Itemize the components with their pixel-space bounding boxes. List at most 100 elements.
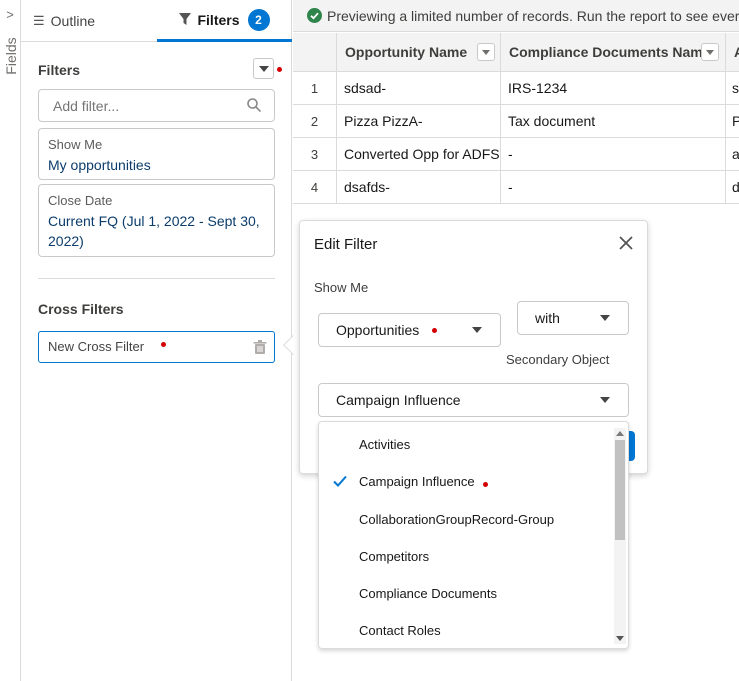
filter-card-show-me[interactable]: Show Me My opportunities: [38, 128, 275, 180]
option-label: Campaign Influence: [359, 474, 475, 489]
option-label: Compliance Documents: [359, 586, 498, 601]
option-label: CollaborationGroupRecord-Group: [359, 512, 555, 527]
chevron-down-icon: [259, 66, 269, 72]
chevron-down-icon: [600, 315, 610, 321]
funnel-icon: [179, 13, 192, 25]
table-row[interactable]: 3 Converted Opp for ADFSF - a: [293, 138, 739, 171]
trash-icon[interactable]: [253, 340, 267, 355]
table-cell: P: [732, 113, 739, 129]
scroll-down-icon[interactable]: [616, 636, 624, 641]
chevron-down-icon: [600, 397, 610, 403]
table-row[interactable]: 4 dsafds- - d: [293, 171, 739, 204]
row-number: 4: [310, 180, 319, 195]
option-campaign-influence[interactable]: Campaign Influence: [319, 463, 611, 500]
filter-card-close-date[interactable]: Close Date Current FQ (Jul 1, 2022 - Sep…: [38, 184, 275, 257]
check-icon: [333, 475, 347, 487]
fields-strip-label: Fields: [3, 37, 19, 75]
tab-filters-label: Filters: [197, 11, 240, 28]
table-cell: a: [732, 146, 739, 162]
relation-select[interactable]: with: [517, 301, 629, 335]
column-header[interactable]: Compliance Documents Name: [500, 33, 725, 72]
marker-dot: [483, 482, 488, 487]
preview-message: Previewing a limited number of records. …: [327, 7, 739, 24]
table-header: Opportunity Name Compliance Documents Na…: [293, 33, 739, 72]
table-cell: Converted Opp for ADFSF: [344, 146, 500, 162]
table-cell: Tax document: [508, 113, 596, 129]
chevron-down-icon: [706, 50, 714, 55]
table-cell: sdsad-: [344, 80, 387, 96]
secondary-object-value: Campaign Influence: [336, 392, 461, 408]
option-competitors[interactable]: Competitors: [319, 538, 611, 575]
chevron-down-icon: [482, 50, 490, 55]
tab-outline-label: Outline: [50, 13, 96, 29]
marker-dot: [432, 328, 437, 333]
marker-dot: [277, 67, 282, 72]
table-cell: IRS-1234: [508, 80, 568, 96]
column-divider: [336, 72, 337, 204]
search-icon: [247, 98, 261, 112]
option-contact-roles[interactable]: Contact Roles: [319, 612, 611, 648]
close-icon[interactable]: [618, 235, 634, 251]
listbox-scrollbar[interactable]: [614, 428, 626, 644]
scroll-thumb[interactable]: [615, 440, 625, 540]
panel-tabs: ☰ Outline Filters 2: [21, 0, 292, 42]
popover-title: Edit Filter: [314, 236, 378, 253]
row-number: 2: [310, 114, 319, 129]
cross-filter-item[interactable]: New Cross Filter: [38, 331, 275, 363]
column-header-label: Opportunity Name: [345, 44, 468, 60]
relation-value: with: [535, 310, 560, 326]
option-label: Competitors: [359, 549, 430, 564]
column-header[interactable]: A: [725, 33, 739, 72]
cross-filter-label: New Cross Filter: [48, 339, 145, 354]
secondary-object-label: Secondary Object: [506, 352, 610, 367]
option-collaborationgroup[interactable]: CollaborationGroupRecord-Group: [319, 501, 611, 538]
row-number: 3: [310, 147, 319, 162]
option-activities[interactable]: Activities: [319, 426, 611, 463]
table-row[interactable]: 2 Pizza PizzA- Tax document P: [293, 105, 739, 138]
primary-object-select[interactable]: Opportunities: [318, 313, 501, 347]
success-check-icon: [307, 8, 322, 23]
cross-filters-heading: Cross Filters: [38, 301, 124, 317]
tab-outline[interactable]: ☰ Outline: [33, 0, 95, 42]
table-cell: -: [508, 179, 513, 195]
secondary-object-listbox[interactable]: Activities Campaign Influence Collaborat…: [318, 421, 629, 649]
section-divider: [38, 278, 275, 279]
filter-value: Current FQ (Jul 1, 2022 - Sept 30, 2022): [48, 213, 260, 249]
primary-object-value: Opportunities: [336, 322, 420, 338]
table-cell: dsafds-: [344, 179, 390, 195]
chevron-right-icon[interactable]: >: [3, 8, 17, 22]
show-me-label: Show Me: [314, 280, 369, 295]
column-divider: [500, 72, 501, 204]
filters-menu-button[interactable]: [253, 58, 274, 79]
option-compliance-documents[interactable]: Compliance Documents: [319, 575, 611, 612]
option-label: Activities: [359, 437, 411, 452]
column-header-label: Compliance Documents Name: [509, 44, 711, 60]
table-cell: Pizza PizzA-: [344, 113, 423, 129]
fields-panel-toggle[interactable]: > Fields: [0, 0, 21, 681]
chevron-down-icon: [472, 327, 482, 333]
option-label: Contact Roles: [359, 623, 441, 638]
secondary-object-select[interactable]: Campaign Influence: [318, 383, 629, 417]
filters-heading: Filters: [38, 62, 81, 78]
tab-filters[interactable]: Filters 2: [157, 0, 292, 42]
filter-count-badge: 2: [247, 8, 270, 31]
filter-label: Close Date: [48, 193, 113, 208]
filter-value: My opportunities: [48, 157, 151, 173]
table-row[interactable]: 1 sdsad- IRS-1234 s: [293, 72, 739, 105]
column-divider: [725, 72, 726, 204]
table-cell: -: [508, 146, 513, 162]
preview-notice: Previewing a limited number of records. …: [293, 0, 739, 32]
scroll-up-icon[interactable]: [616, 431, 624, 436]
left-panel: ☰ Outline Filters 2 Filters Show Me My o…: [21, 0, 292, 681]
column-header[interactable]: Opportunity Name: [336, 33, 500, 72]
column-menu-button[interactable]: [701, 43, 719, 61]
marker-dot: [161, 342, 166, 347]
row-number: 1: [310, 81, 319, 96]
list-icon: ☰: [33, 13, 45, 28]
column-header-label: A: [734, 44, 739, 60]
column-menu-button[interactable]: [477, 43, 495, 61]
table-cell: s: [732, 80, 739, 96]
table-cell: d: [732, 179, 739, 195]
add-filter-input[interactable]: [38, 89, 275, 122]
filter-label: Show Me: [48, 137, 103, 152]
